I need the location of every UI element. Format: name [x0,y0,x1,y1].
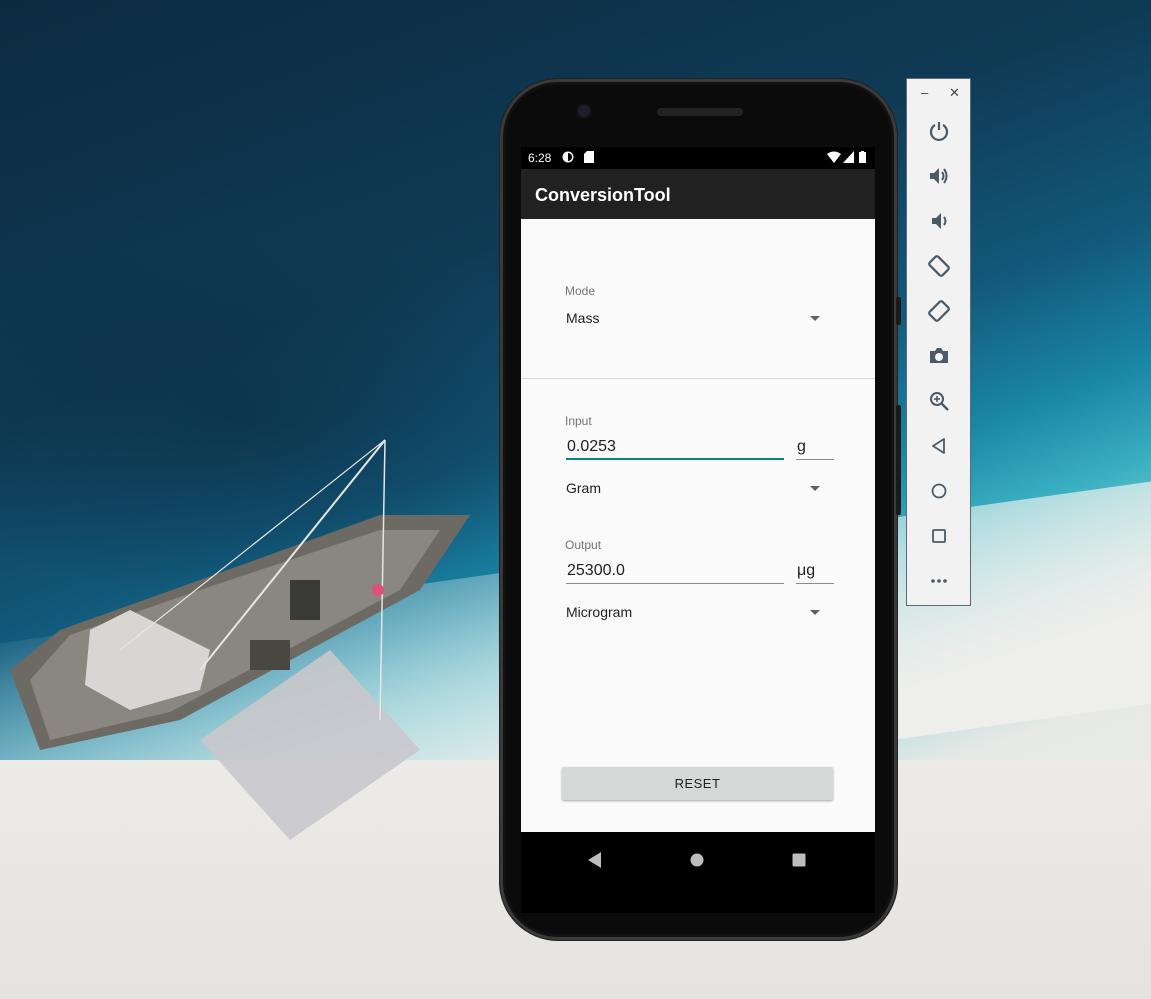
overview-button[interactable] [924,521,954,551]
nav-back-icon[interactable] [588,852,602,868]
input-label: Input [565,414,592,428]
rotate-left-icon [928,255,950,277]
navigation-bar [521,832,875,913]
zoom-button[interactable] [924,386,954,416]
status-time: 6:28 [528,151,552,165]
screenshot-button[interactable] [924,341,954,371]
input-unit-spinner[interactable]: Gram [566,475,822,501]
rotate-right-icon [928,300,950,322]
volume-down-button[interactable] [924,206,954,236]
status-app-icon [562,151,574,163]
close-icon[interactable]: ✕ [949,85,960,101]
minimize-icon[interactable]: – [921,85,928,100]
front-camera [578,105,590,117]
back-icon [932,438,945,454]
wallpaper-boat-image [10,439,470,840]
home-icon [931,483,947,499]
mode-spinner[interactable]: Mass [566,305,822,331]
rotate-right-button[interactable] [924,296,954,326]
dropdown-arrow-icon [810,486,820,491]
reset-button[interactable]: RESET [562,767,833,800]
phone-screen: 6:28 ConversionTool Mode Mass Input 0.02… [521,147,875,913]
zoom-icon [930,392,949,411]
emulator-toolbar: – ✕ [906,78,971,606]
home-button[interactable] [924,476,954,506]
overview-icon [932,529,946,543]
emulator-phone-frame: 6:28 ConversionTool Mode Mass Input 0.02… [500,79,901,940]
power-icon [929,122,949,142]
nav-home-icon[interactable] [690,852,704,868]
earpiece-speaker [657,108,743,116]
cell-signal-icon [843,151,854,163]
back-button[interactable] [924,431,954,461]
rotate-left-button[interactable] [924,251,954,281]
power-button[interactable] [924,116,954,146]
mode-label: Mode [565,284,596,298]
output-unit-spinner[interactable]: Microgram [566,599,822,625]
side-button-power[interactable] [896,297,901,325]
output-value-field[interactable]: 25300.0 [566,560,784,584]
volume-down-icon [932,213,947,229]
input-value-text: 0.0253 [567,438,616,455]
section-divider [521,378,875,379]
volume-up-icon [930,168,948,184]
output-label: Output [565,538,602,552]
camera-icon [930,348,948,363]
output-unit-symbol: μg [797,562,816,579]
app-bar: ConversionTool [521,169,875,219]
input-unit-field[interactable]: g [796,436,834,460]
battery-icon [859,151,866,163]
input-unit-symbol: g [797,438,806,455]
output-unit-selected-value: Microgram [566,604,633,620]
dropdown-arrow-icon [810,316,820,321]
volume-up-button[interactable] [924,161,954,191]
sd-card-icon [584,151,594,163]
nav-overview-icon[interactable] [792,852,806,868]
mode-selected-value: Mass [566,310,600,326]
input-unit-selected-value: Gram [566,480,601,496]
output-unit-field[interactable]: μg [796,560,834,584]
more-icon [931,579,947,583]
app-content: Mode Mass Input 0.0253 g Gram Output 253… [521,219,875,832]
output-value-text: 25300.0 [567,562,625,579]
wifi-icon [827,151,841,163]
more-button[interactable] [924,566,954,596]
input-value-field[interactable]: 0.0253 [566,436,784,460]
status-bar: 6:28 [521,147,875,169]
app-title: ConversionTool [535,185,671,205]
side-button-volume[interactable] [896,405,901,515]
dropdown-arrow-icon [810,610,820,615]
